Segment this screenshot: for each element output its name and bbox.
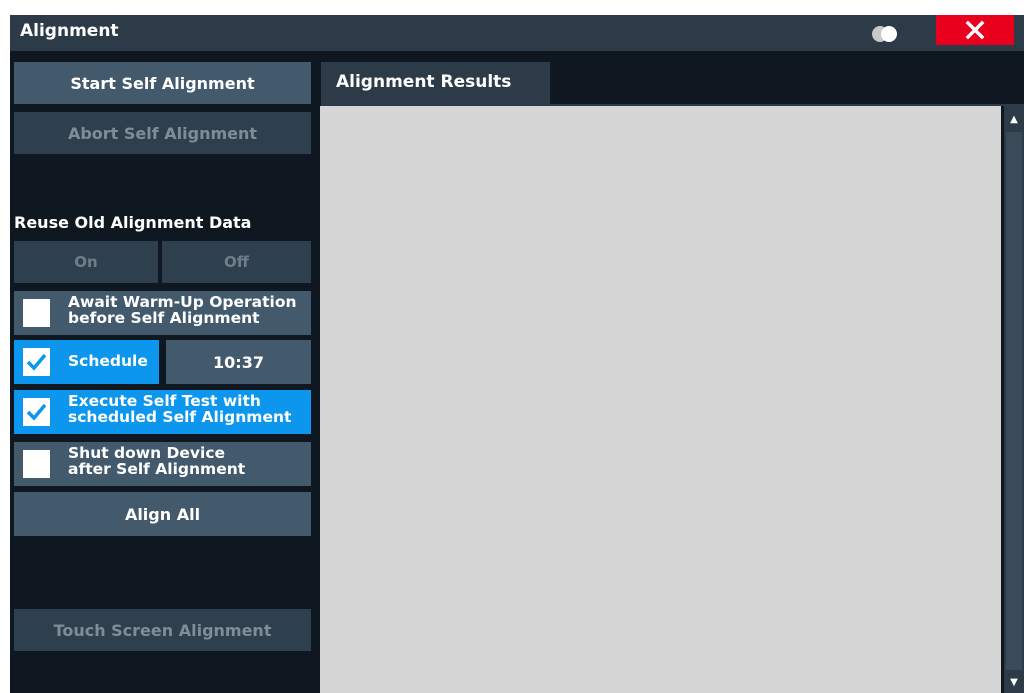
scroll-down-icon[interactable]: ▼ xyxy=(1004,671,1024,693)
checkmark-icon xyxy=(26,353,47,371)
await-warmup-checkbox[interactable]: Await Warm-Up Operation before Self Align… xyxy=(14,291,311,335)
dialog-title: Alignment xyxy=(20,21,119,41)
close-icon xyxy=(965,20,985,40)
checkbox-box xyxy=(23,450,50,478)
scrollbar-thumb[interactable] xyxy=(1006,132,1022,670)
checkbox-box xyxy=(23,348,50,376)
schedule-label: Schedule xyxy=(68,352,148,370)
scroll-up-icon[interactable]: ▲ xyxy=(1004,108,1024,130)
execute-self-test-label: Execute Self Test with scheduled Self Ali… xyxy=(68,392,292,426)
schedule-checkbox[interactable]: Schedule xyxy=(14,340,159,384)
schedule-time-field[interactable]: 10:37 xyxy=(166,340,311,384)
checkbox-box xyxy=(23,398,50,426)
alignment-results-panel xyxy=(320,106,1001,693)
reuse-on-option[interactable]: On xyxy=(14,241,158,283)
align-all-button[interactable]: Align All xyxy=(14,492,311,536)
close-button[interactable] xyxy=(936,15,1014,45)
checkmark-icon xyxy=(26,403,47,421)
title-bar: Alignment xyxy=(10,15,1024,51)
reuse-old-alignment-label: Reuse Old Alignment Data xyxy=(14,213,252,232)
alignment-dialog: Alignment Start Self Alignment Abort Sel… xyxy=(10,15,1024,693)
abort-self-alignment-button[interactable]: Abort Self Alignment xyxy=(14,112,311,154)
touch-screen-alignment-button[interactable]: Touch Screen Alignment xyxy=(14,609,311,651)
await-warmup-label: Await Warm-Up Operation before Self Align… xyxy=(68,293,297,327)
execute-self-test-checkbox[interactable]: Execute Self Test with scheduled Self Ali… xyxy=(14,390,311,434)
tab-alignment-results[interactable]: Alignment Results xyxy=(321,62,550,106)
shutdown-device-label: Shut down Device after Self Alignment xyxy=(68,444,246,478)
checkbox-box xyxy=(23,299,50,327)
toggle-icon[interactable] xyxy=(872,26,906,42)
start-self-alignment-button[interactable]: Start Self Alignment xyxy=(14,62,311,104)
reuse-off-option[interactable]: Off xyxy=(162,241,311,283)
shutdown-device-checkbox[interactable]: Shut down Device after Self Alignment xyxy=(14,442,311,486)
